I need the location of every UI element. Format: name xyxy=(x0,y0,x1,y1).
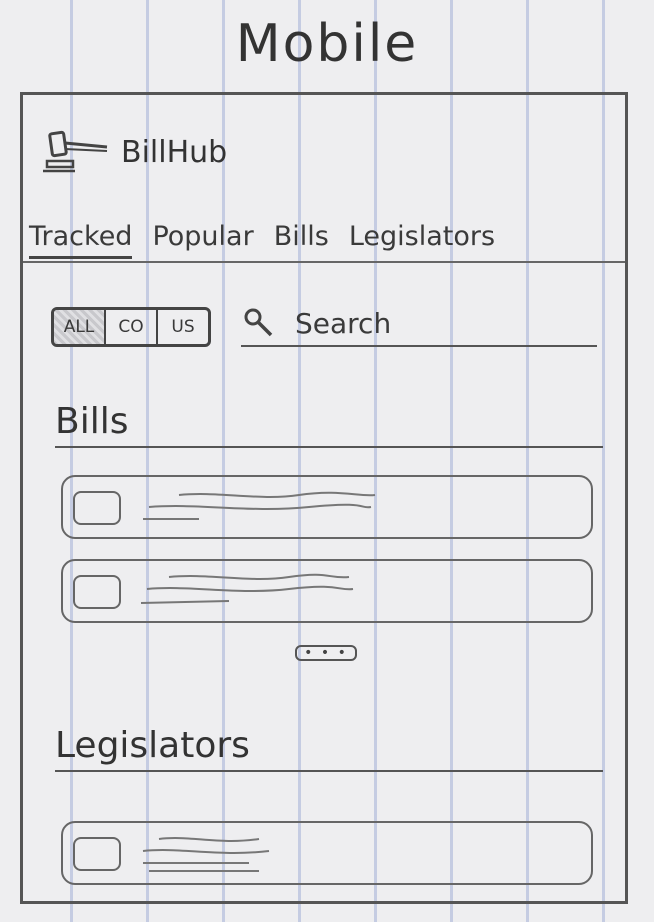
legislators-heading: Legislators xyxy=(55,725,603,772)
jurisdiction-filter: ALL CO US xyxy=(51,307,211,347)
bill-text-placeholder xyxy=(143,491,376,520)
page-title: Mobile xyxy=(235,14,419,74)
mobile-frame: BillHub Tracked Popular Bills Legislator… xyxy=(20,92,628,904)
filter-co-button[interactable]: CO xyxy=(106,310,158,344)
bill-thumbnail xyxy=(73,491,121,525)
filter-all-button[interactable]: ALL xyxy=(54,310,106,344)
bill-card[interactable] xyxy=(61,475,593,539)
legislator-text-placeholder xyxy=(142,837,270,872)
filter-row: ALL CO US xyxy=(51,305,597,347)
bill-text-placeholder xyxy=(140,573,354,604)
search-input[interactable] xyxy=(293,305,577,341)
bill-card[interactable] xyxy=(61,559,593,623)
app-name: BillHub xyxy=(121,134,228,170)
tab-tracked[interactable]: Tracked xyxy=(29,221,133,259)
filter-us-button[interactable]: US xyxy=(158,310,208,344)
gavel-icon xyxy=(43,129,113,175)
tab-legislators[interactable]: Legislators xyxy=(349,221,495,259)
more-bills-button[interactable]: • • • xyxy=(295,645,357,661)
bills-heading: Bills xyxy=(55,401,603,448)
app-header: BillHub Tracked Popular Bills Legislator… xyxy=(23,95,625,263)
tab-bills[interactable]: Bills xyxy=(274,221,329,259)
tab-popular[interactable]: Popular xyxy=(152,221,253,259)
legislator-card[interactable] xyxy=(61,821,593,885)
search-bar xyxy=(241,301,597,347)
main-tabs: Tracked Popular Bills Legislators xyxy=(29,221,495,259)
search-icon[interactable] xyxy=(241,305,277,341)
app-logo[interactable]: BillHub xyxy=(43,129,227,175)
legislator-avatar xyxy=(73,837,121,871)
bill-thumbnail xyxy=(73,575,121,609)
